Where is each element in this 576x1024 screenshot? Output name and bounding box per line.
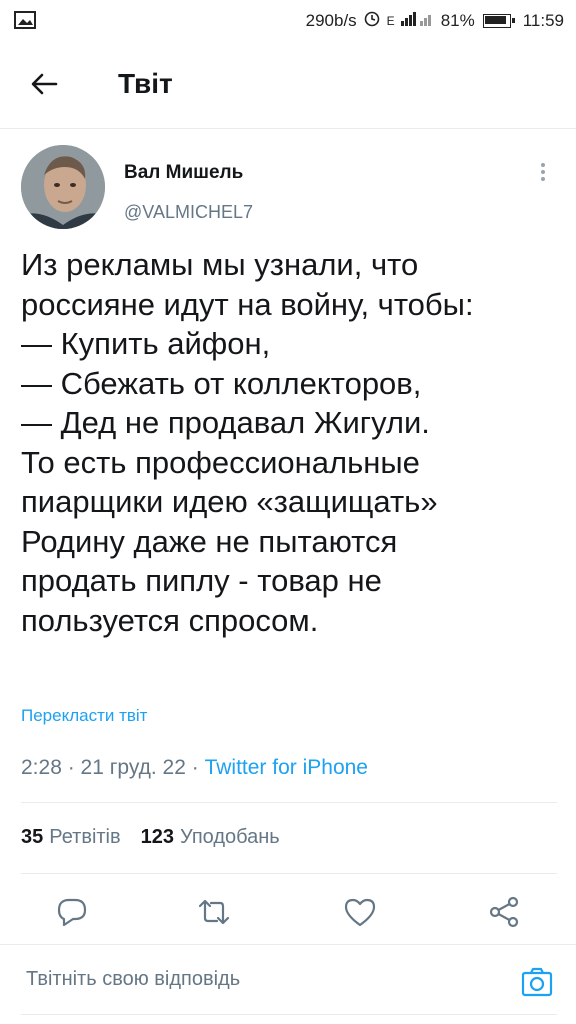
share-icon[interactable] xyxy=(486,894,522,930)
network-speed: 290b/s xyxy=(305,10,357,30)
divider xyxy=(21,802,557,803)
divider xyxy=(21,1014,557,1015)
more-options-icon[interactable] xyxy=(536,160,550,186)
tweet-stats: 35 Ретвітів 123 Уподобань xyxy=(21,826,280,849)
camera-icon[interactable] xyxy=(520,965,554,999)
heart-icon[interactable] xyxy=(342,894,378,930)
retweets-label: Ретвітів xyxy=(49,826,121,848)
divider xyxy=(21,873,557,874)
retweet-icon[interactable] xyxy=(196,894,232,930)
tweet-meta: 2:28 · 21 груд. 22 · Twitter for iPhone xyxy=(21,756,368,780)
tweet-timestamp: 2:28 · 21 груд. 22 · xyxy=(21,756,205,779)
battery-level: 81% xyxy=(440,10,475,30)
status-bar: 290b/s E 81% 11:59 xyxy=(0,0,576,40)
page-title: Твіт xyxy=(118,68,173,99)
top-app-bar: Твіт xyxy=(0,40,576,129)
likes-label: Уподобань xyxy=(180,826,280,848)
alarm-icon xyxy=(363,9,381,32)
clock: 11:59 xyxy=(522,10,564,30)
network-type: E xyxy=(386,13,395,28)
reply-input[interactable] xyxy=(24,967,498,992)
tweet-source-link[interactable]: Twitter for iPhone xyxy=(205,756,368,779)
likes-count: 123 xyxy=(140,826,175,848)
retweets-stat[interactable]: 35 Ретвітів xyxy=(21,826,121,848)
signal-icon xyxy=(400,10,435,31)
reply-icon[interactable] xyxy=(54,894,90,930)
battery-icon xyxy=(482,13,515,28)
gallery-icon xyxy=(14,11,36,34)
reply-bar xyxy=(0,945,576,1024)
retweets-count: 35 xyxy=(21,826,44,848)
tweet-text: Из рекламы мы узнали, что россияне идут … xyxy=(21,247,474,638)
avatar[interactable] xyxy=(21,145,105,229)
arrow-left-icon[interactable] xyxy=(28,68,60,100)
author-name[interactable]: Вал Мишель xyxy=(124,162,243,184)
likes-stat[interactable]: 123 Уподобань xyxy=(141,826,280,848)
author-handle[interactable]: @VALMICHEL7 xyxy=(124,202,253,223)
translate-tweet-link[interactable]: Перекласти твіт xyxy=(21,706,147,726)
